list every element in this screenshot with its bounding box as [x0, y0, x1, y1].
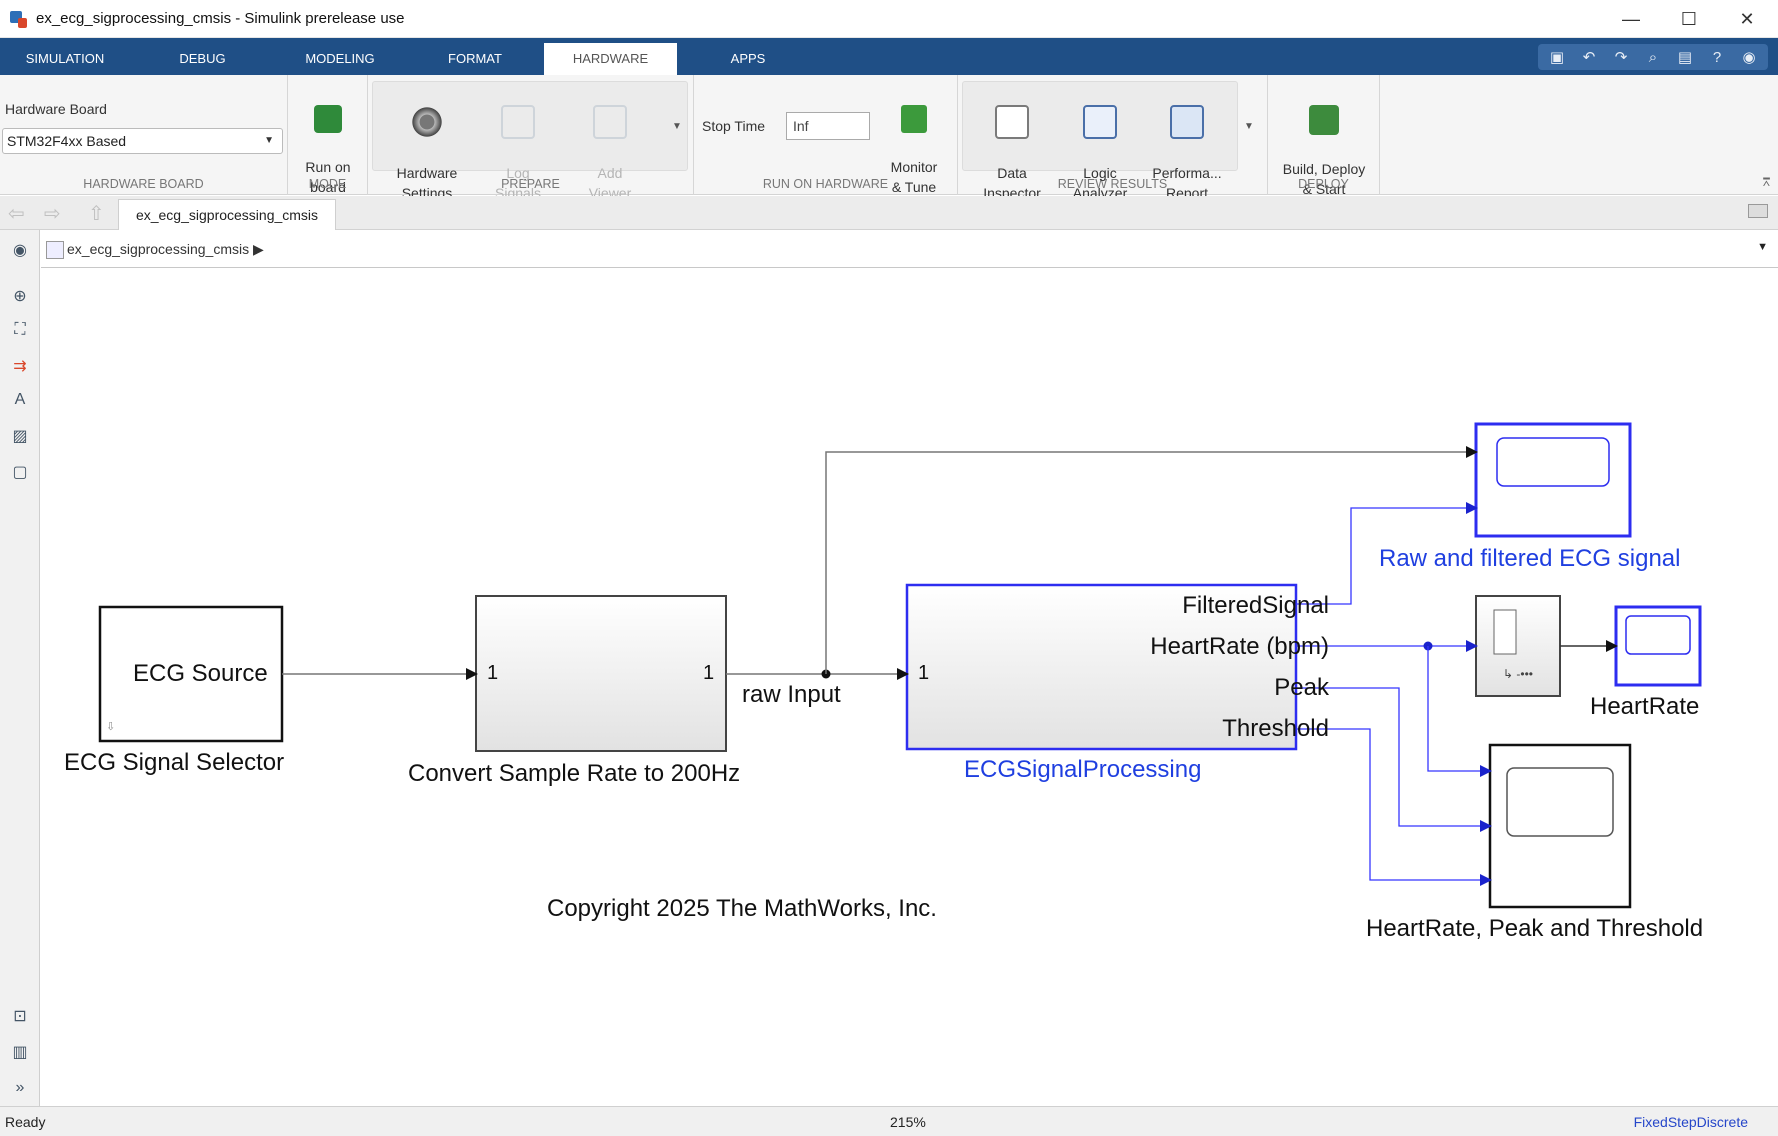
zoom-level: 215%	[890, 1114, 926, 1130]
triple-scope-label[interactable]: HeartRate, Peak and Threshold	[1366, 915, 1703, 943]
convert-sample-rate-block[interactable]	[475, 595, 727, 752]
log-block[interactable]	[1475, 595, 1561, 697]
processing-in-port: 1	[918, 662, 930, 684]
heartrate-scope-label[interactable]: HeartRate	[1590, 693, 1699, 721]
copyright-annotation[interactable]: Copyright 2025 The MathWorks, Inc.	[547, 895, 937, 923]
ecg-signal-processing-label[interactable]: ECGSignalProcessing	[964, 756, 1201, 784]
status-text: Ready	[5, 1114, 46, 1130]
link-icon: ⇩	[106, 721, 115, 733]
port-threshold: Threshold	[1222, 715, 1329, 742]
port-filtered-signal: FilteredSignal	[1182, 592, 1329, 619]
port-heartrate-bpm: HeartRate (bpm)	[1150, 633, 1329, 660]
status-bar: Ready 215% FixedStepDiscrete	[0, 1106, 1778, 1136]
signal-threshold[interactable]	[1296, 728, 1492, 886]
ecg-source-text: ECG Source	[133, 660, 268, 687]
scope-screen	[1496, 437, 1610, 487]
model-canvas[interactable]: ⇩ ↳ -••• ECG Source ECG Signal Selector …	[41, 268, 1778, 1106]
convert-out-port: 1	[703, 662, 715, 684]
scope-screen	[1506, 767, 1614, 837]
raw-filtered-scope-label[interactable]: Raw and filtered ECG signal	[1379, 545, 1680, 573]
port-peak: Peak	[1274, 674, 1329, 701]
convert-in-port: 1	[487, 662, 499, 684]
scope-screen	[1625, 615, 1691, 655]
solver-link[interactable]: FixedStepDiscrete	[1634, 1114, 1748, 1130]
ecg-signal-selector-label[interactable]: ECG Signal Selector	[64, 749, 284, 777]
log-block-icon	[1493, 609, 1517, 655]
svg-text:↳ -•••: ↳ -•••	[1503, 667, 1533, 681]
signal-peak[interactable]	[1296, 687, 1492, 832]
raw-input-label[interactable]: raw Input	[742, 681, 841, 709]
convert-sample-rate-label[interactable]: Convert Sample Rate to 200Hz	[408, 760, 740, 788]
